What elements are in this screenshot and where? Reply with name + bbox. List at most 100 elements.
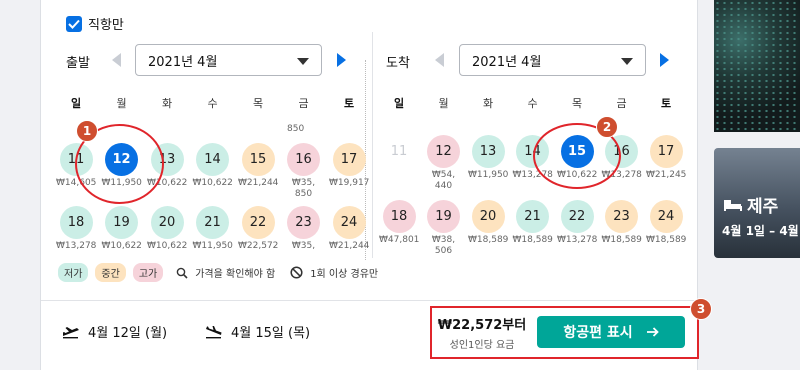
legend-low: 저가 <box>58 263 89 282</box>
day-price: ₩10,622 <box>101 241 142 251</box>
day-price: ₩11,950 <box>468 170 509 180</box>
dep-day-cell[interactable]: 21 ₩11,950 <box>193 206 233 252</box>
arr-day-cell[interactable]: 19 ₩38, 506 <box>424 200 464 257</box>
dep-day-cell[interactable]: 23 ₩35, <box>284 206 324 252</box>
day-number: 14 <box>196 143 229 176</box>
legend-stops: 1회 이상 경유만 <box>310 269 379 280</box>
outbound-leg: 4월 12일 (월) <box>62 322 167 341</box>
day-number: 11 <box>390 144 408 159</box>
cut-price-fragment: 850 <box>287 124 305 134</box>
day-number: 13 <box>471 135 505 168</box>
plane-landing-icon <box>206 325 222 338</box>
dep-day-cell[interactable]: 14 ₩10,622 <box>193 143 233 189</box>
direct-only-checkbox[interactable] <box>66 15 82 32</box>
dep-day-cell[interactable]: 17 ₩19,917 <box>329 143 369 189</box>
inbound-date: 4월 15일 (목) <box>231 326 311 341</box>
day-price: ₩21,244 <box>329 241 370 251</box>
arr-day-cell[interactable]: 24 ₩18,589 <box>646 200 686 246</box>
day-price: ₩35, <box>291 241 316 251</box>
weekday-2: 화 <box>161 97 173 110</box>
arr-day-cell[interactable]: 18 ₩47,801 <box>379 200 419 246</box>
day-number: 22 <box>560 200 594 233</box>
legend-check-price: 가격을 확인해야 함 <box>195 269 276 280</box>
destination-dates: 4월 1일 – 4월 1 <box>722 224 800 238</box>
outbound-date: 4월 12일 (월) <box>88 326 168 341</box>
search-icon <box>176 267 188 279</box>
day-price: ₩38, 506 <box>431 235 456 256</box>
day-price: ₩18,589 <box>468 235 509 245</box>
no-entry-icon <box>290 266 303 279</box>
day-price: ₩13,278 <box>56 241 97 251</box>
direct-only-row[interactable]: 직항만 <box>66 14 124 33</box>
day-price: ₩22,572 <box>238 241 279 251</box>
day-price: ₩11,950 <box>192 241 233 251</box>
departure-month-select[interactable]: 2021년 4월 <box>135 44 322 76</box>
arr-day-cell[interactable]: 17 ₩21,245 <box>646 135 686 181</box>
departure-label: 출발 <box>66 56 90 71</box>
day-number: 16 <box>287 143 320 176</box>
chevron-down-icon <box>297 58 309 65</box>
arr-day-cell[interactable]: 21 ₩18,589 <box>513 200 553 246</box>
arr-day-cell[interactable]: 13 ₩11,950 <box>468 135 508 181</box>
annotation-rect-3 <box>430 306 699 359</box>
arr-day-cell: 11 <box>379 135 419 170</box>
footer-divider <box>41 300 697 301</box>
weekday-0: 일 <box>393 97 405 110</box>
day-number: 17 <box>332 143 366 176</box>
weekday-5: 금 <box>298 97 309 110</box>
price-legend: 저가 중간 고가 가격을 확인해야 함 1회 이상 경유만 <box>58 263 378 282</box>
right-panel-bottom <box>714 268 800 370</box>
day-price: ₩18,589 <box>512 235 553 245</box>
arrival-month-value: 2021년 4월 <box>472 54 542 70</box>
arr-day-cell[interactable]: 20 ₩18,589 <box>468 200 508 246</box>
departure-next-month-icon[interactable] <box>337 53 346 67</box>
departure-prev-month-icon[interactable] <box>112 53 121 67</box>
day-number: 20 <box>150 206 184 239</box>
weekday-3: 수 <box>207 97 218 110</box>
legend-high: 고가 <box>132 263 164 282</box>
dep-day-cell[interactable]: 22 ₩22,572 <box>238 206 278 252</box>
day-number: 19 <box>105 206 138 239</box>
day-number: 23 <box>287 206 320 239</box>
destination-card[interactable]: 제주 4월 1일 – 4월 1 <box>714 148 800 258</box>
weekday-4: 목 <box>252 97 264 110</box>
arr-day-cell[interactable]: 12 ₩54, 440 <box>424 135 464 192</box>
day-price: ₩21,244 <box>238 178 279 188</box>
weekday-0: 일 <box>70 97 82 110</box>
arrival-prev-month-icon[interactable] <box>435 53 444 67</box>
dep-day-cell[interactable]: 18 ₩13,278 <box>56 206 96 252</box>
dep-day-cell[interactable]: 24 ₩21,244 <box>329 206 369 252</box>
checkmark-icon <box>68 19 80 29</box>
day-price: ₩10,622 <box>147 241 188 251</box>
day-number: 24 <box>649 200 683 233</box>
weekday-5: 금 <box>616 97 627 110</box>
chevron-down-icon <box>621 58 633 65</box>
day-price: ₩21,245 <box>646 170 687 180</box>
destination-title: 제주 <box>724 192 778 217</box>
dep-day-cell[interactable]: 15 ₩21,244 <box>238 143 278 189</box>
dep-day-cell[interactable]: 19 ₩10,622 <box>102 206 142 252</box>
direct-only-label: 직항만 <box>88 18 124 33</box>
arrival-next-month-icon[interactable] <box>660 53 669 67</box>
day-price: ₩18,589 <box>601 235 642 245</box>
day-price: ₩18,589 <box>646 235 687 245</box>
day-number: 15 <box>241 143 275 176</box>
calendar-divider <box>372 32 373 258</box>
dep-day-cell[interactable]: 16 ₩35, 850 <box>284 143 324 200</box>
arr-day-cell[interactable]: 23 ₩18,589 <box>602 200 642 246</box>
day-number: 21 <box>516 200 549 233</box>
day-number: 21 <box>196 206 229 239</box>
destination-name: 제주 <box>747 197 779 217</box>
dep-day-cell[interactable]: 20 ₩10,622 <box>147 206 187 252</box>
day-number: 12 <box>427 135 460 168</box>
departure-month-value: 2021년 4월 <box>148 54 218 70</box>
weekday-1: 월 <box>116 97 127 110</box>
map-image <box>714 0 800 132</box>
day-price: ₩47,801 <box>379 235 420 245</box>
day-number: 20 <box>471 200 505 233</box>
day-number: 18 <box>382 200 416 233</box>
inbound-leg: 4월 15일 (목) <box>205 322 310 341</box>
arrival-month-select[interactable]: 2021년 4월 <box>459 44 646 76</box>
arr-day-cell[interactable]: 22 ₩13,278 <box>557 200 597 246</box>
day-price: ₩10,622 <box>192 178 233 188</box>
